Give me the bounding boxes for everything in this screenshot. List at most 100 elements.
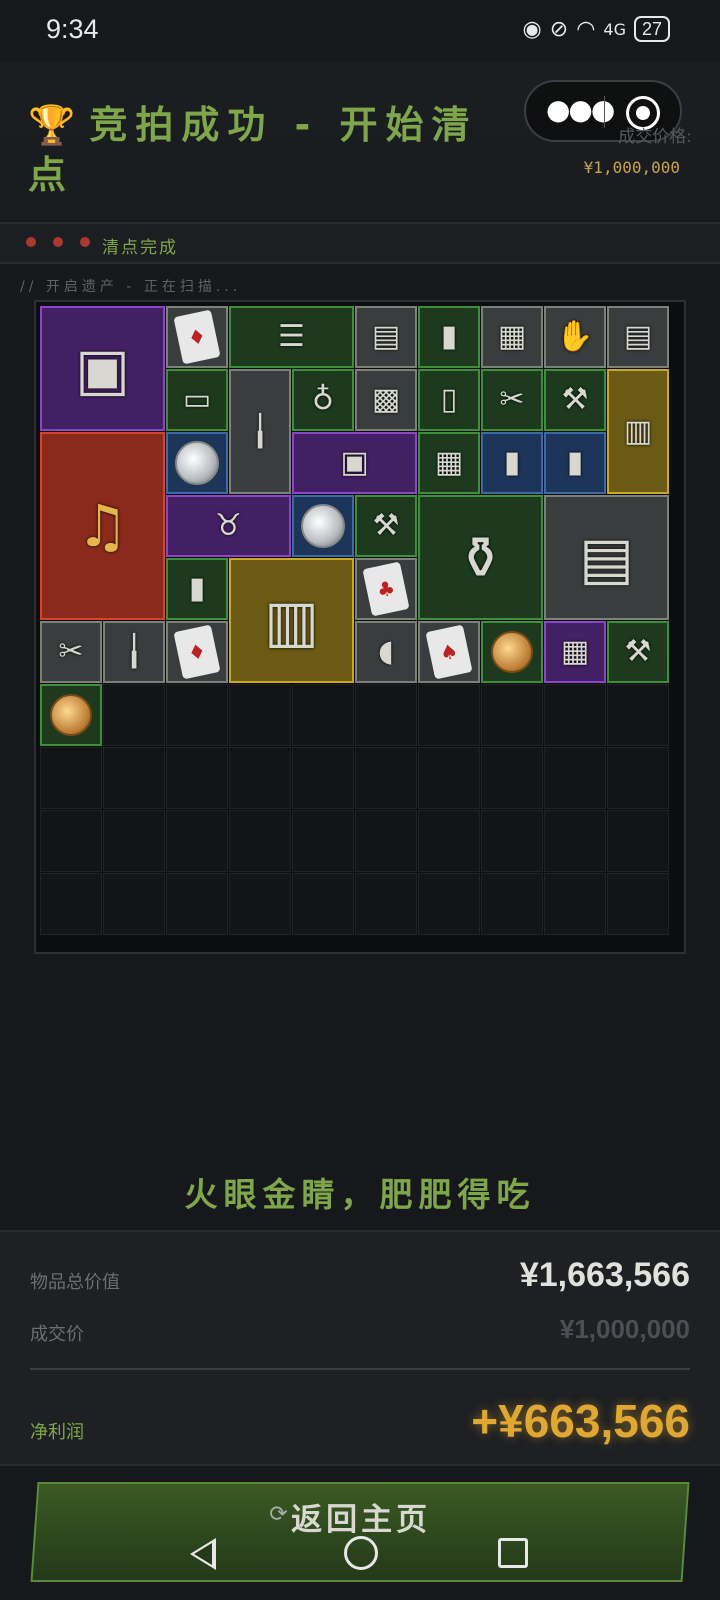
summary-divider bbox=[30, 1368, 690, 1370]
grid-slot bbox=[40, 747, 102, 809]
item-soldering-iron[interactable]: ╽ bbox=[229, 369, 291, 494]
item-silver-coin[interactable] bbox=[166, 432, 228, 494]
note-icon: ▥ bbox=[623, 413, 653, 449]
grid-slot bbox=[481, 684, 543, 746]
grid-slot bbox=[544, 810, 606, 872]
item-spice-rack[interactable]: ⚱ bbox=[418, 495, 543, 620]
item-scissors[interactable]: ✂ bbox=[40, 621, 102, 683]
item-horns[interactable]: ♉ bbox=[166, 495, 291, 557]
pliers-icon: ⚒ bbox=[372, 508, 400, 543]
item-circuit-board[interactable]: ▦ bbox=[418, 432, 480, 494]
plug-icon: ╽ bbox=[124, 634, 144, 669]
deal-price-value: ¥1,000,000 bbox=[583, 158, 680, 177]
grid-slot bbox=[166, 810, 228, 872]
item-playing-card[interactable]: ♦ bbox=[166, 306, 228, 368]
grid-slot bbox=[418, 873, 480, 935]
item-thermal-cycler[interactable]: ▣ bbox=[40, 306, 165, 431]
grid-slot bbox=[355, 747, 417, 809]
item-pliers-2[interactable]: ⚒ bbox=[355, 495, 417, 557]
grid-slot bbox=[40, 810, 102, 872]
grid-slot bbox=[166, 873, 228, 935]
card-icon: ♦ bbox=[173, 624, 221, 680]
item-pliers[interactable]: ⚒ bbox=[544, 369, 606, 431]
profit-value: +¥663,566 bbox=[471, 1395, 690, 1447]
card-icon: ♦ bbox=[173, 309, 221, 365]
item-pliers-3[interactable]: ⚒ bbox=[607, 621, 669, 683]
battery-icon: ▭ bbox=[182, 382, 212, 417]
item-bottle[interactable]: ▯ bbox=[418, 369, 480, 431]
item-candle-box[interactable]: ▤ bbox=[544, 495, 669, 620]
status-dot bbox=[26, 237, 36, 247]
item-electronics-pack[interactable]: ▣ bbox=[292, 432, 417, 494]
grid-slot bbox=[292, 684, 354, 746]
item-silver-coin-2[interactable] bbox=[292, 495, 354, 557]
grid-slot bbox=[103, 810, 165, 872]
tool-icon: ╽ bbox=[250, 413, 270, 449]
clock: 9:34 bbox=[46, 14, 99, 44]
status-icons: ◉ ⊘ ◠ 4G 27 bbox=[523, 16, 670, 42]
grid-slot bbox=[607, 684, 669, 746]
more-icon[interactable]: ●●● bbox=[546, 94, 615, 130]
profit-row: 净利润 +¥663,566 bbox=[30, 1394, 690, 1447]
document-icon: ☰ bbox=[278, 319, 305, 354]
item-battery-pack[interactable]: ▭ bbox=[166, 369, 228, 431]
home-icon[interactable] bbox=[344, 1536, 378, 1570]
grid-slot bbox=[166, 684, 228, 746]
grid-slot bbox=[418, 810, 480, 872]
item-pendant[interactable]: ♁ bbox=[292, 369, 354, 431]
deal-price-row: 成交价 ¥1,000,000 bbox=[30, 1312, 690, 1352]
card-icon: ♣ bbox=[362, 561, 410, 617]
tube-icon: ▮ bbox=[503, 445, 521, 480]
scan-status: // 开启遗产 - 正在扫描... bbox=[20, 279, 242, 295]
item-pill-tube-2[interactable]: ▮ bbox=[544, 432, 606, 494]
item-lighter[interactable]: ▮ bbox=[418, 306, 480, 368]
grid-slot bbox=[418, 684, 480, 746]
status-strip: 清点完成 bbox=[0, 222, 720, 264]
capsule-divider bbox=[604, 96, 605, 128]
bottle-icon: ▯ bbox=[440, 382, 458, 417]
item-portrait-card[interactable]: ♠ bbox=[418, 621, 480, 683]
total-value-label: 物品总价值 bbox=[30, 1272, 120, 1293]
item-playing-card-3[interactable]: ♦ bbox=[166, 621, 228, 683]
item-pill-tube[interactable]: ▮ bbox=[481, 432, 543, 494]
coin-icon bbox=[491, 631, 533, 673]
pliers-icon: ⚒ bbox=[624, 634, 652, 669]
item-forceps[interactable]: ✂ bbox=[481, 369, 543, 431]
item-mouse[interactable]: ◖ bbox=[355, 621, 417, 683]
rack-icon: ⚱ bbox=[456, 523, 505, 592]
item-chip-board[interactable]: ▦ bbox=[544, 621, 606, 683]
trophy-icon: 🏆 bbox=[28, 103, 84, 147]
box-icon: ▦ bbox=[497, 319, 527, 354]
mute-icon: ⊘ bbox=[549, 16, 569, 42]
grid-slot bbox=[103, 873, 165, 935]
item-id-badge[interactable]: ▥ bbox=[229, 558, 354, 683]
grid-slot bbox=[607, 747, 669, 809]
status-dots bbox=[26, 237, 90, 247]
item-playing-card-2[interactable]: ♣ bbox=[355, 558, 417, 620]
item-phone-battery[interactable]: ▮ bbox=[166, 558, 228, 620]
item-device-2[interactable]: ▤ bbox=[607, 306, 669, 368]
item-map-note[interactable]: ▥ bbox=[607, 369, 669, 494]
item-device[interactable]: ▤ bbox=[355, 306, 417, 368]
item-old-documents[interactable]: ☰ bbox=[229, 306, 354, 368]
item-cloth[interactable]: ▩ bbox=[355, 369, 417, 431]
deal-price-label: 成交价格: bbox=[618, 127, 692, 147]
recents-icon[interactable] bbox=[498, 1538, 528, 1568]
battery-icon: 27 bbox=[633, 16, 670, 42]
battery-icon: ▮ bbox=[188, 571, 206, 606]
item-gold-coin-2[interactable] bbox=[40, 684, 102, 746]
chip-icon: ▦ bbox=[434, 445, 464, 480]
back-icon[interactable] bbox=[190, 1538, 216, 1570]
item-glove[interactable]: ✋ bbox=[544, 306, 606, 368]
item-gramophone[interactable]: ♫ bbox=[40, 432, 165, 620]
grid-slot bbox=[229, 684, 291, 746]
grid-slot bbox=[544, 747, 606, 809]
grid-slot bbox=[292, 747, 354, 809]
grid-slot bbox=[355, 873, 417, 935]
grid-slot bbox=[355, 684, 417, 746]
item-toolbox[interactable]: ▦ bbox=[481, 306, 543, 368]
grid-slot bbox=[355, 810, 417, 872]
item-spark-plug[interactable]: ╽ bbox=[103, 621, 165, 683]
grid-slot bbox=[481, 810, 543, 872]
item-gold-coin[interactable] bbox=[481, 621, 543, 683]
